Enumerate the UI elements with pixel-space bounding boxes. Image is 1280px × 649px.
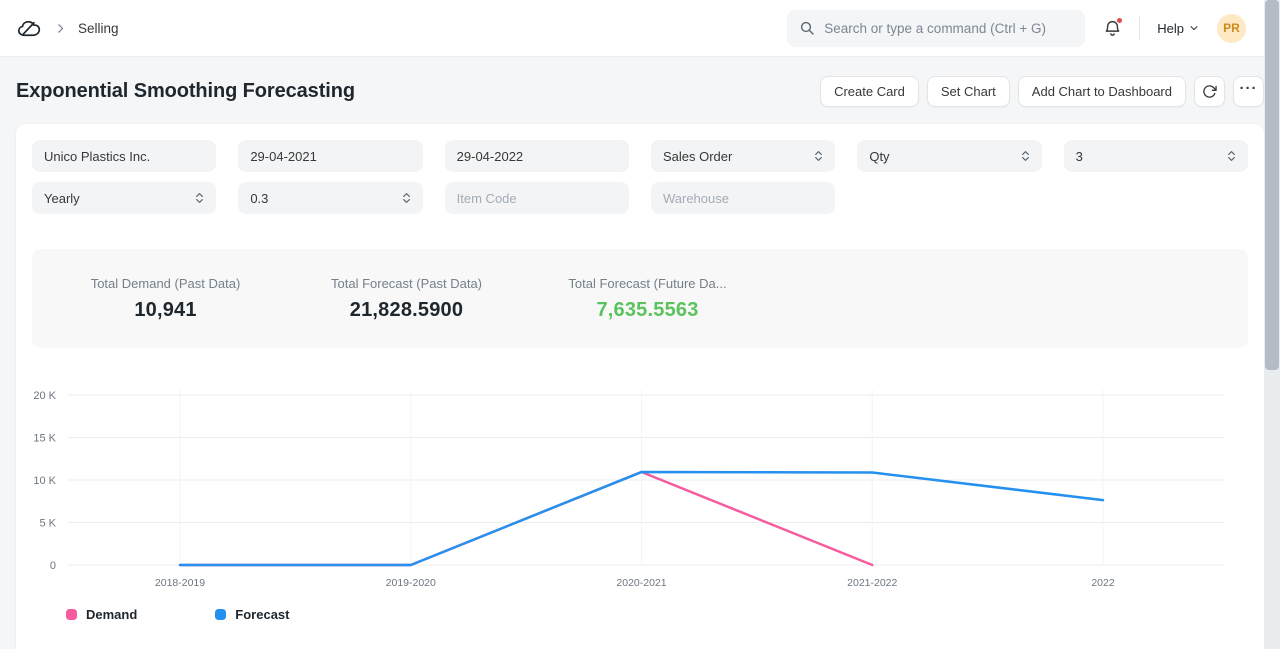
legend-label: Demand	[86, 607, 137, 622]
summary-value: 7,635.5563	[527, 299, 768, 322]
no-of-years-select[interactable]: 3	[1064, 140, 1248, 172]
company-input[interactable]	[44, 149, 204, 164]
no-of-years-value: 3	[1076, 149, 1227, 164]
set-chart-button[interactable]: Set Chart	[927, 76, 1010, 107]
legend-swatch-icon	[66, 609, 77, 620]
select-caret-icon	[195, 191, 204, 205]
forecast-chart: 0 5 K 10 K 15 K 20 K 2018-2019 2019-2020 2020-2…	[32, 362, 1248, 624]
periodicity-select[interactable]: Yearly	[32, 182, 216, 214]
global-search[interactable]	[787, 10, 1085, 47]
summary-total-forecast-past: Total Forecast (Past Data) 21,828.5900	[286, 276, 527, 322]
x-tick-label: 2022	[1091, 577, 1115, 589]
summary-label: Total Demand (Past Data)	[45, 276, 286, 291]
select-caret-icon	[1227, 149, 1236, 163]
page-header: Exponential Smoothing Forecasting Create…	[16, 76, 1264, 107]
search-icon	[799, 20, 815, 36]
app-logo-icon[interactable]	[16, 15, 43, 42]
breadcrumb-item-selling[interactable]: Selling	[78, 21, 119, 36]
based-on-field-select[interactable]: Qty	[857, 140, 1041, 172]
y-tick-label: 20 K	[33, 390, 56, 402]
page-title: Exponential Smoothing Forecasting	[16, 80, 355, 103]
y-tick-label: 15 K	[33, 433, 56, 445]
summary-label: Total Forecast (Future Da...	[527, 276, 768, 291]
item-code-input[interactable]	[457, 191, 617, 206]
menu-button[interactable]: ···	[1233, 76, 1264, 107]
add-chart-to-dashboard-button[interactable]: Add Chart to Dashboard	[1018, 76, 1186, 107]
summary-total-demand-past: Total Demand (Past Data) 10,941	[45, 276, 286, 322]
to-date-input[interactable]	[457, 149, 617, 164]
y-tick-label: 10 K	[33, 475, 56, 487]
summary-total-forecast-future: Total Forecast (Future Da... 7,635.5563	[527, 276, 768, 322]
based-on-field-value: Qty	[869, 149, 1020, 164]
summary-value: 10,941	[45, 299, 286, 322]
select-caret-icon	[814, 149, 823, 163]
help-label: Help	[1157, 21, 1184, 36]
select-caret-icon	[402, 191, 411, 205]
legend-swatch-icon	[215, 609, 226, 620]
periodicity-value: Yearly	[44, 191, 195, 206]
report-card: Sales Order Qty 3 Yearly 0.3	[16, 124, 1264, 649]
x-tick-label: 2020-2021	[616, 577, 666, 589]
filter-bar: Sales Order Qty 3 Yearly 0.3	[32, 140, 1248, 214]
help-menu[interactable]: Help	[1157, 21, 1200, 36]
breadcrumb: Selling	[16, 15, 119, 42]
line-chart-canvas[interactable]: 0 5 K 10 K 15 K 20 K 2018-2019 2019-2020 2020-2…	[32, 362, 1232, 604]
select-caret-icon	[1021, 149, 1030, 163]
smoothing-constant-value: 0.3	[250, 191, 401, 206]
warehouse-input[interactable]	[663, 191, 823, 206]
chevron-right-icon	[54, 22, 67, 35]
from-date-input[interactable]	[250, 149, 410, 164]
search-input[interactable]	[824, 21, 1073, 36]
user-avatar[interactable]: PR	[1217, 14, 1246, 43]
legend-label: Forecast	[235, 607, 289, 622]
from-date-filter[interactable]	[238, 140, 422, 172]
based-on-document-select[interactable]: Sales Order	[651, 140, 835, 172]
summary-value: 21,828.5900	[286, 299, 527, 322]
to-date-filter[interactable]	[445, 140, 629, 172]
smoothing-constant-select[interactable]: 0.3	[238, 182, 422, 214]
company-filter[interactable]	[32, 140, 216, 172]
based-on-document-value: Sales Order	[663, 149, 814, 164]
summary-label: Total Forecast (Past Data)	[286, 276, 527, 291]
refresh-button[interactable]	[1194, 76, 1225, 107]
x-tick-label: 2019-2020	[386, 577, 436, 589]
warehouse-filter[interactable]	[651, 182, 835, 214]
y-tick-label: 0	[50, 560, 56, 572]
page-actions: Create Card Set Chart Add Chart to Dashb…	[820, 76, 1264, 107]
navbar: Selling Help PR	[0, 0, 1280, 57]
scrollbar-thumb[interactable]	[1265, 0, 1279, 370]
legend-item-forecast: Forecast	[215, 607, 289, 622]
y-tick-label: 5 K	[39, 518, 56, 530]
notifications-bell-icon[interactable]	[1102, 18, 1122, 38]
x-tick-label: 2021-2022	[847, 577, 897, 589]
create-card-button[interactable]: Create Card	[820, 76, 919, 107]
item-code-filter[interactable]	[445, 182, 629, 214]
notification-dot	[1116, 17, 1123, 24]
chevron-down-icon	[1188, 22, 1200, 34]
refresh-icon	[1202, 84, 1217, 99]
chart-summary: Total Demand (Past Data) 10,941 Total Fo…	[32, 249, 1248, 348]
ellipsis-icon: ···	[1240, 81, 1258, 102]
legend-item-demand: Demand	[66, 607, 137, 622]
chart-legend: Demand Forecast	[66, 604, 1248, 624]
navbar-divider	[1139, 16, 1140, 40]
scrollbar-track[interactable]	[1264, 0, 1280, 649]
x-tick-label: 2018-2019	[155, 577, 205, 589]
